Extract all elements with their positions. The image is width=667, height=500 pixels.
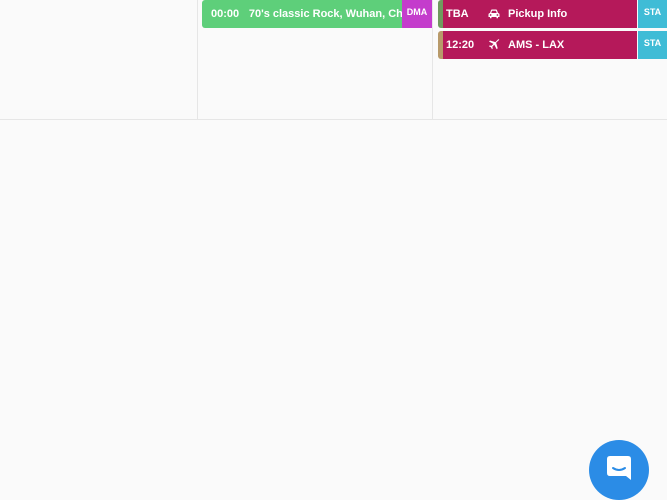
event-tag-sta[interactable]: STA [638, 0, 667, 28]
event-time: TBA [446, 8, 469, 20]
plane-icon [488, 39, 508, 51]
event-tag-dma[interactable]: DMA [402, 0, 432, 28]
column-divider [197, 0, 198, 119]
calendar-row: 00:00 70's classic Rock, Wuhan, China DM… [0, 0, 667, 120]
event-title: AMS - LAX [508, 39, 565, 51]
event-flight[interactable]: 12:20 AMS - LAX [438, 31, 637, 59]
event-title: Pickup Info [508, 8, 568, 20]
event-time: 12:20 [446, 39, 475, 51]
event-time: 00:00 [211, 8, 240, 20]
chat-launcher-button[interactable] [589, 440, 649, 500]
event-pickup-info[interactable]: TBA Pickup Info [438, 0, 637, 28]
column-divider [432, 0, 433, 119]
event-classic-rock[interactable]: 00:00 70's classic Rock, Wuhan, China [202, 0, 402, 28]
car-icon [488, 9, 508, 19]
chat-icon [604, 453, 634, 488]
event-tag-sta[interactable]: STA [638, 31, 667, 59]
event-title: 70's classic Rock, Wuhan, China [248, 8, 402, 20]
